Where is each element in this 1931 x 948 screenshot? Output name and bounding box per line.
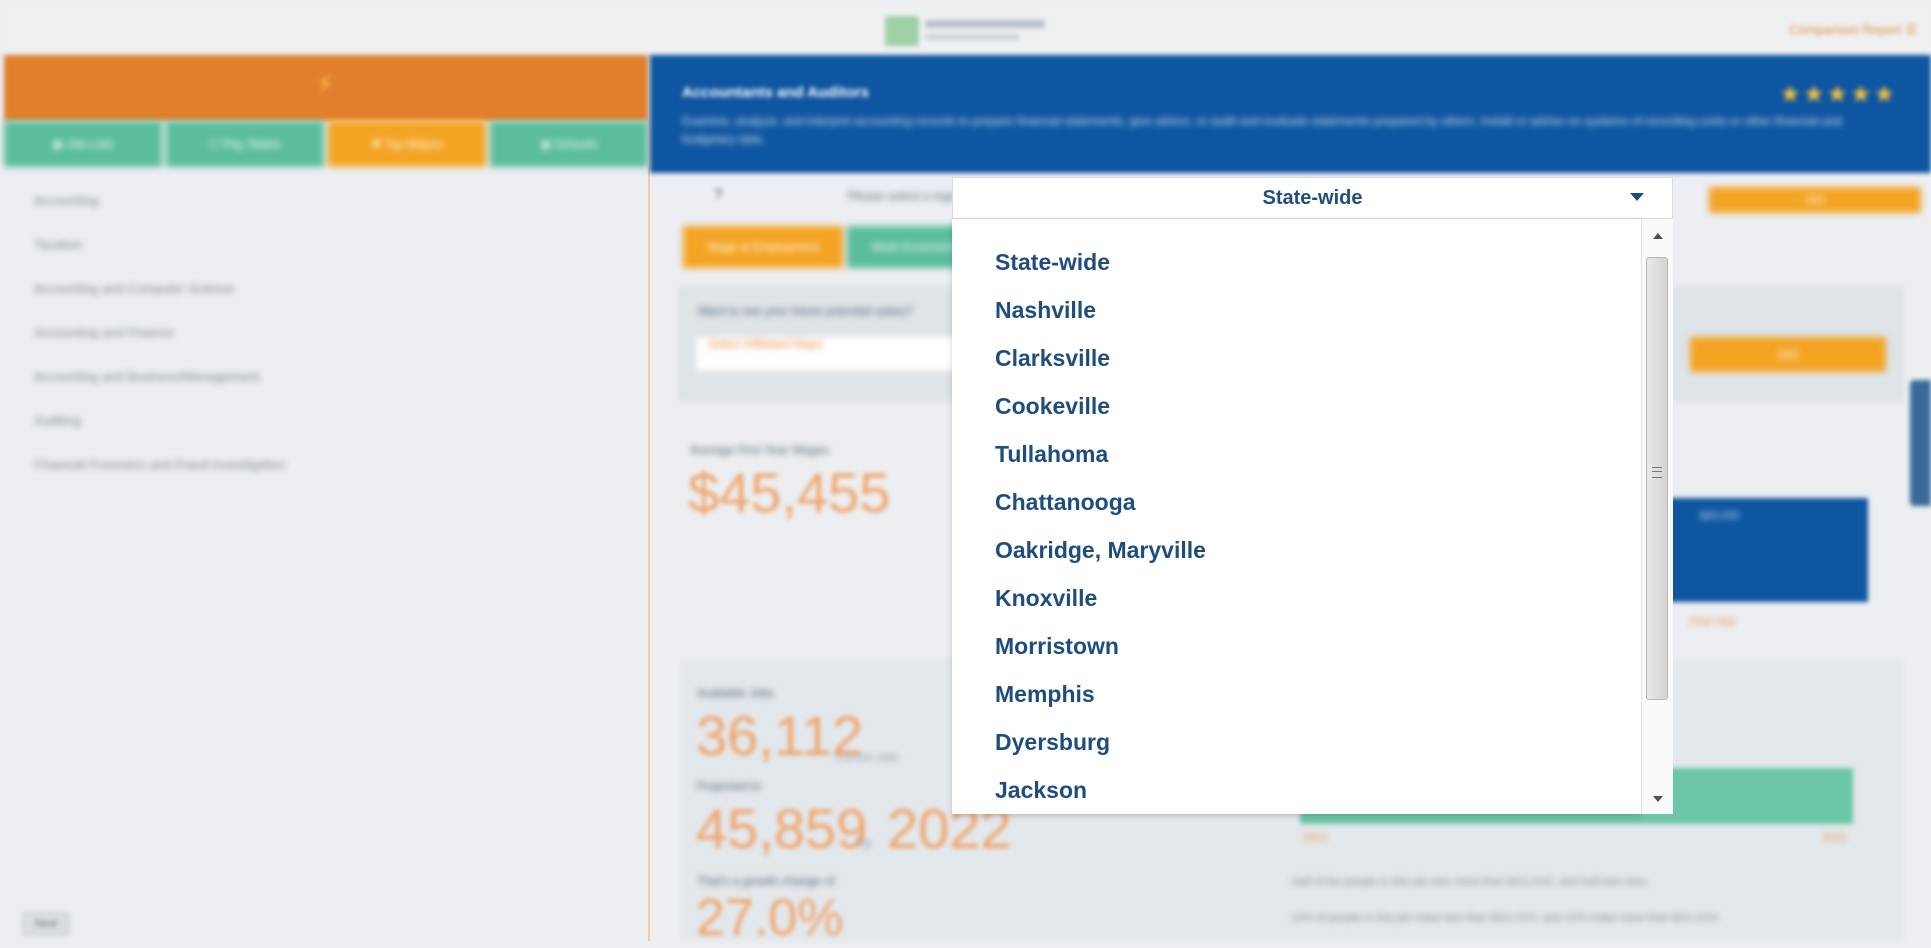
region-option-clarksville[interactable]: Clarksville xyxy=(952,334,1641,382)
logo-mark xyxy=(885,16,919,46)
tab-wage-employment[interactable]: Wage & Employment xyxy=(683,226,844,268)
wage-value: $45,455 xyxy=(688,461,891,524)
detail-tabs: Wage & Employment Work Environment xyxy=(683,226,994,268)
region-option-nashville[interactable]: Nashville xyxy=(952,286,1641,334)
jobs-bar-end-label: 2022 xyxy=(1822,832,1847,844)
career-description: Examine, analyze, and interpret accounti… xyxy=(682,114,1842,146)
region-option-dyersburg[interactable]: Dyersburg xyxy=(952,718,1641,766)
chevron-down-icon[interactable] xyxy=(1630,193,1644,201)
left-panel-tabs: ◉ Job Lists ☐ Pay Tables ✚ Top Majors ◉ … xyxy=(4,121,648,167)
region-selected-value: State-wide xyxy=(1262,186,1363,209)
region-option-cookeville[interactable]: Cookeville xyxy=(952,382,1641,430)
growth-value: 27.0% xyxy=(696,889,844,947)
next-button[interactable]: Next xyxy=(22,912,70,936)
jobs-projected-label: Projected to xyxy=(697,779,762,793)
list-item[interactable]: Financial Forensics and Fraud Investigat… xyxy=(4,442,644,486)
region-option-jackson[interactable]: Jackson xyxy=(952,766,1641,814)
region-option-oakridge-maryville[interactable]: Oakridge, Maryville xyxy=(952,526,1641,574)
search-go-button[interactable]: GO xyxy=(1690,337,1886,372)
jobs-current-caption: Current Jobs xyxy=(836,752,899,764)
comparison-report-link[interactable]: Comparison Report ☰ xyxy=(1789,22,1917,38)
jobs-projected-value: 45,859 xyxy=(696,797,868,860)
tab-job-lists[interactable]: ◉ Job Lists xyxy=(4,121,162,167)
logo xyxy=(885,14,1055,48)
list-item[interactable]: Auditing xyxy=(4,398,644,442)
region-listbox: State-wide Nashville Clarksville Cookevi… xyxy=(952,219,1641,814)
list-item[interactable]: Accounting and Finance xyxy=(4,310,644,354)
list-item[interactable]: Accounting and Business/Management xyxy=(4,354,644,398)
jobs-by-label: by xyxy=(858,834,872,849)
left-panel-header: ⚡ xyxy=(4,55,648,121)
listbox-scrollbar[interactable] xyxy=(1641,219,1673,814)
wage-bar-caption: First Year xyxy=(1690,616,1737,628)
panel-divider xyxy=(648,55,650,941)
grip-icon xyxy=(1652,467,1662,478)
tab-pay-tables[interactable]: ☐ Pay Tables xyxy=(166,121,324,167)
list-item[interactable]: Accounting xyxy=(4,178,644,222)
lightning-icon: ⚡ xyxy=(316,69,335,99)
major-list: Accounting Taxation Accounting and Compu… xyxy=(4,178,644,486)
tab-schools[interactable]: ◉ Schools xyxy=(490,121,648,167)
tab-top-majors[interactable]: ✚ Top Majors xyxy=(328,121,486,167)
top-bar: Comparison Report ☰ xyxy=(0,0,1931,55)
region-option-tullahoma[interactable]: Tullahoma xyxy=(952,430,1641,478)
jobs-label: Available Jobs xyxy=(697,686,775,700)
side-feedback-tab[interactable] xyxy=(1910,380,1931,506)
star-rating: ★★★★★ xyxy=(1779,81,1897,108)
region-option-memphis[interactable]: Memphis xyxy=(952,670,1641,718)
scroll-up-arrow-icon[interactable] xyxy=(1653,233,1663,239)
list-item[interactable]: Accounting and Computer Science xyxy=(4,266,644,310)
logo-wordmark xyxy=(925,20,1045,28)
region-option-chattanooga[interactable]: Chattanooga xyxy=(952,478,1641,526)
logo-tagline xyxy=(925,34,1020,40)
region-option-state-wide[interactable]: State-wide xyxy=(952,238,1641,286)
region-select[interactable]: State-wide xyxy=(952,177,1673,219)
salary-search-label: Want to see your future potential salary… xyxy=(698,304,914,318)
scroll-down-arrow-icon[interactable] xyxy=(1653,796,1663,802)
growth-label: That's a growth change of xyxy=(697,874,835,888)
wage-label: Average First Year Wages xyxy=(690,443,829,457)
region-go-button[interactable]: GO xyxy=(1709,187,1921,213)
region-option-knoxville[interactable]: Knoxville xyxy=(952,574,1641,622)
region-prompt: Please select a region xyxy=(848,189,967,203)
percentile-note: 10% of people in this job make less than… xyxy=(1291,912,1721,924)
wage-bar-label: $45,455 xyxy=(1700,510,1740,522)
list-item[interactable]: Taxation xyxy=(4,222,644,266)
help-icon[interactable]: ? xyxy=(714,186,722,203)
career-title: Accountants and Auditors xyxy=(682,84,869,101)
median-note: Half of the people in this job earn more… xyxy=(1291,876,1650,888)
scrollbar-thumb[interactable] xyxy=(1646,257,1668,700)
jobs-bar-start-label: 2012 xyxy=(1303,832,1328,844)
region-option-morristown[interactable]: Morristown xyxy=(952,622,1641,670)
